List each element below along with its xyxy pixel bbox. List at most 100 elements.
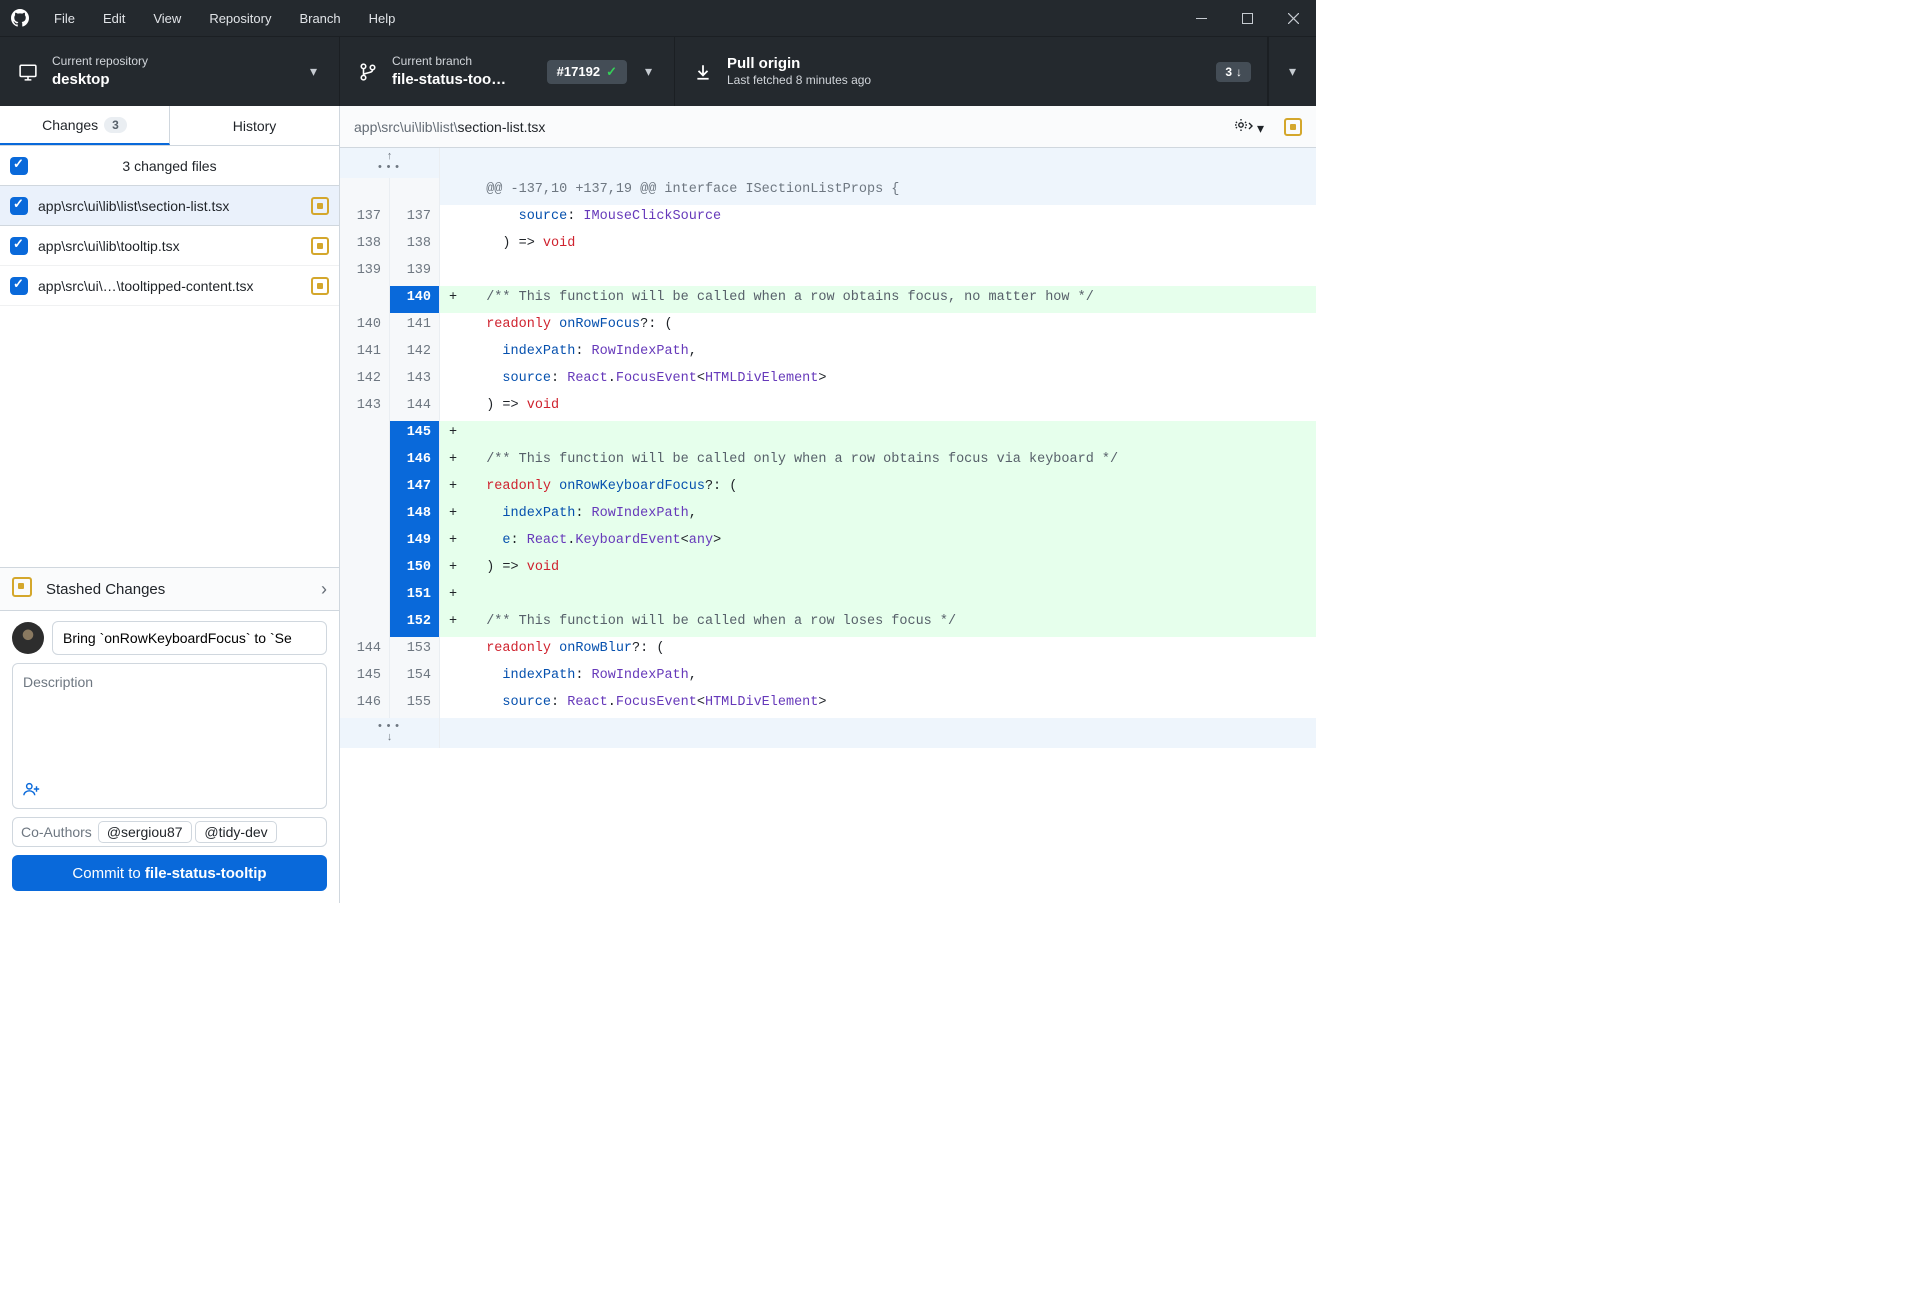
coauthor-chip[interactable]: @tidy-dev xyxy=(195,821,276,843)
menu-repository[interactable]: Repository xyxy=(195,0,285,36)
commit-description-box xyxy=(12,663,327,809)
code-content: /** This function will be called when a … xyxy=(466,610,1316,637)
sidebar-tabs: Changes 3 History xyxy=(0,106,339,146)
code-content: e: React.KeyboardEvent<any> xyxy=(466,529,1316,556)
titlebar: FileEditViewRepositoryBranchHelp xyxy=(0,0,1316,36)
diff-line[interactable]: 140141 readonly onRowFocus?: ( xyxy=(340,313,1316,340)
tab-changes[interactable]: Changes 3 xyxy=(0,106,170,145)
code-content: ) => void xyxy=(466,556,1316,583)
file-status-icon xyxy=(311,277,329,295)
diff-line[interactable]: 137137 source: IMouseClickSource xyxy=(340,205,1316,232)
diff-line[interactable]: 146155 source: React.FocusEvent<HTMLDivE… xyxy=(340,691,1316,718)
file-status-icon xyxy=(1284,118,1302,136)
menu-edit[interactable]: Edit xyxy=(89,0,139,36)
code-content: /** This function will be called only wh… xyxy=(466,448,1316,475)
hunk-header: @@ -137,10 +137,19 @@ interface ISection… xyxy=(466,178,1316,205)
code-content xyxy=(466,259,1316,286)
diff-body[interactable]: ↑••• @@ -137,10 +137,19 @@ interface ISe… xyxy=(340,148,1316,903)
window-controls xyxy=(1178,0,1316,36)
file-row[interactable]: app\src\ui\…\tooltipped-content.tsx xyxy=(0,266,339,306)
menu-help[interactable]: Help xyxy=(355,0,410,36)
pull-button[interactable]: Pull origin Last fetched 8 minutes ago 3… xyxy=(675,37,1268,106)
diff-line[interactable]: 151+ xyxy=(340,583,1316,610)
repo-selector[interactable]: Current repository desktop ▾ xyxy=(0,37,340,106)
diff-line[interactable]: 142143 source: React.FocusEvent<HTMLDivE… xyxy=(340,367,1316,394)
diff-line[interactable]: 145154 indexPath: RowIndexPath, xyxy=(340,664,1316,691)
pr-badge[interactable]: #17192 ✓ xyxy=(547,60,627,84)
diff-line[interactable]: 152+ /** This function will be called wh… xyxy=(340,610,1316,637)
arrow-down-icon: ↓ xyxy=(1236,65,1242,79)
diff-line[interactable]: 138138 ) => void xyxy=(340,232,1316,259)
menu-file[interactable]: File xyxy=(40,0,89,36)
file-checkbox[interactable] xyxy=(10,197,28,215)
window-minimize[interactable] xyxy=(1178,0,1224,36)
add-coauthor-button[interactable] xyxy=(13,774,326,808)
gear-icon[interactable]: ▾ xyxy=(1233,117,1264,137)
window-maximize[interactable] xyxy=(1224,0,1270,36)
window-close[interactable] xyxy=(1270,0,1316,36)
diff-line[interactable]: •••↓ xyxy=(340,718,1316,748)
expand-down-icon[interactable]: •••↓ xyxy=(340,718,440,748)
file-path: app\src\ui\lib\list\section-list.tsx xyxy=(38,198,301,214)
file-checkbox[interactable] xyxy=(10,237,28,255)
diff-line[interactable]: 146+ /** This function will be called on… xyxy=(340,448,1316,475)
commit-button[interactable]: Commit to file-status-tooltip xyxy=(12,855,327,891)
file-status-icon xyxy=(311,197,329,215)
code-content: source: React.FocusEvent<HTMLDivElement> xyxy=(466,691,1316,718)
changes-count: 3 xyxy=(104,117,127,133)
diff-line[interactable]: 143144 ) => void xyxy=(340,394,1316,421)
stash-icon xyxy=(12,577,32,597)
diff-line[interactable]: 148+ indexPath: RowIndexPath, xyxy=(340,502,1316,529)
chevron-down-icon: ▾ xyxy=(304,63,323,80)
code-content: readonly onRowFocus?: ( xyxy=(466,313,1316,340)
diff-line[interactable]: 144153 readonly onRowBlur?: ( xyxy=(340,637,1316,664)
diff-line[interactable]: 147+ readonly onRowKeyboardFocus?: ( xyxy=(340,475,1316,502)
diff-line[interactable]: @@ -137,10 +137,19 @@ interface ISection… xyxy=(340,178,1316,205)
menu-branch[interactable]: Branch xyxy=(285,0,354,36)
pr-number: #17192 xyxy=(557,64,600,79)
diff-line[interactable]: 145+ xyxy=(340,421,1316,448)
code-content xyxy=(466,583,1316,610)
repo-label: Current repository xyxy=(52,54,292,70)
code-content: indexPath: RowIndexPath, xyxy=(466,664,1316,691)
commit-description-input[interactable] xyxy=(13,664,326,774)
code-content: ) => void xyxy=(466,394,1316,421)
files-header: 3 changed files xyxy=(0,146,339,186)
diff-line[interactable]: 141142 indexPath: RowIndexPath, xyxy=(340,340,1316,367)
pull-more-button[interactable]: ▾ xyxy=(1268,37,1316,106)
file-path: app\src\ui\lib\tooltip.tsx xyxy=(38,238,301,254)
commit-summary-input[interactable] xyxy=(52,621,327,655)
stashed-changes-row[interactable]: Stashed Changes › xyxy=(0,567,339,611)
chevron-right-icon: › xyxy=(321,579,327,600)
code-content: source: React.FocusEvent<HTMLDivElement> xyxy=(466,367,1316,394)
chevron-down-icon: ▾ xyxy=(639,63,658,80)
diff-line[interactable]: 150+ ) => void xyxy=(340,556,1316,583)
file-row[interactable]: app\src\ui\lib\list\section-list.tsx xyxy=(0,186,339,226)
diff-line[interactable]: ↑••• xyxy=(340,148,1316,178)
diff-line[interactable]: 139139 xyxy=(340,259,1316,286)
code-content: source: IMouseClickSource xyxy=(466,205,1316,232)
diff-header: app\src\ui\lib\list\section-list.tsx ▾ xyxy=(340,106,1316,148)
coauthors-row[interactable]: Co-Authors @sergiou87 @tidy-dev xyxy=(12,817,327,847)
code-content: /** This function will be called when a … xyxy=(466,286,1316,313)
app-logo xyxy=(0,9,40,27)
sidebar: Changes 3 History 3 changed files app\sr… xyxy=(0,106,340,903)
file-checkbox[interactable] xyxy=(10,277,28,295)
file-path: app\src\ui\…\tooltipped-content.tsx xyxy=(38,278,301,294)
code-content: indexPath: RowIndexPath, xyxy=(466,340,1316,367)
commit-box: Co-Authors @sergiou87 @tidy-dev Commit t… xyxy=(0,611,339,903)
menu-view[interactable]: View xyxy=(139,0,195,36)
file-row[interactable]: app\src\ui\lib\tooltip.tsx xyxy=(0,226,339,266)
branch-label: Current branch xyxy=(392,54,535,70)
expand-up-icon[interactable]: ↑••• xyxy=(340,148,440,178)
code-content: readonly onRowKeyboardFocus?: ( xyxy=(466,475,1316,502)
coauthor-chip[interactable]: @sergiou87 xyxy=(98,821,192,843)
select-all-checkbox[interactable] xyxy=(10,157,28,175)
diff-line[interactable]: 140+ /** This function will be called wh… xyxy=(340,286,1316,313)
branch-selector[interactable]: Current branch file-status-too… #17192 ✓… xyxy=(340,37,675,106)
branch-name: file-status-too… xyxy=(392,70,535,90)
diff-panel: app\src\ui\lib\list\section-list.tsx ▾ ↑… xyxy=(340,106,1316,903)
diff-line[interactable]: 149+ e: React.KeyboardEvent<any> xyxy=(340,529,1316,556)
desktop-icon xyxy=(16,63,40,81)
tab-history[interactable]: History xyxy=(170,106,339,145)
